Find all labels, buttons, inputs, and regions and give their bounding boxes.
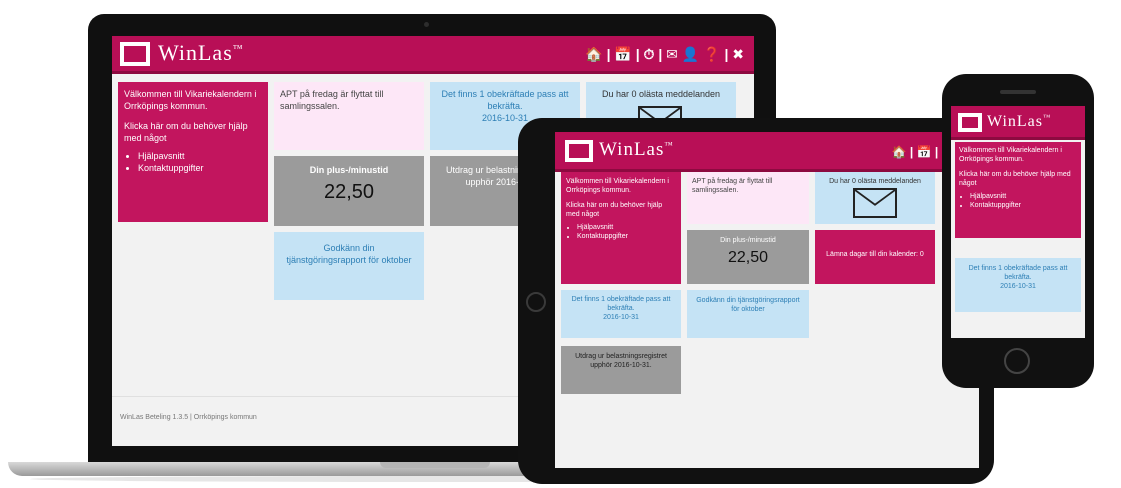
messages-text: Du har 0 olästa meddelanden xyxy=(601,89,721,99)
logo-icon[interactable] xyxy=(565,140,593,162)
app-header: WinLas™ 🏠 | 📅 | ⏱ | ✉ 👤 ❓ | ✖ xyxy=(112,36,754,74)
close-icon[interactable]: ✖ xyxy=(732,46,744,62)
envelope-icon xyxy=(853,188,897,218)
record-extract-text: Utdrag ur belastningsregistret upphör 20… xyxy=(575,353,667,369)
calendar-icon[interactable]: 📅 xyxy=(917,145,932,159)
link-help-topics[interactable]: Hjälpavsnitt xyxy=(970,192,1077,201)
unconfirmed-date: 2016-10-31 xyxy=(1000,283,1036,290)
logo-icon[interactable] xyxy=(120,42,150,66)
welcome-tile: Välkommen till Vikariekalendern i Orrköp… xyxy=(561,172,681,284)
logo[interactable]: WinLas™ xyxy=(158,40,243,66)
unconfirmed-date: 2016-10-31 xyxy=(603,314,639,321)
nav-separator: | xyxy=(724,46,729,62)
tablet-screen: WinLas™ 🏠 | 📅 | ⏱ | ✉ Välkommen till Vik… xyxy=(555,132,979,468)
notice-text: APT på fredag är flyttat till samlingssa… xyxy=(692,178,773,194)
link-help-topics[interactable]: Hjälpavsnitt xyxy=(577,223,676,232)
welcome-title: Välkommen till Vikariekalendern i Orrköp… xyxy=(124,89,257,111)
welcome-tile: Välkommen till Vikariekalendern i Orrköp… xyxy=(955,142,1081,238)
calendar-days-tile[interactable]: Lämna dagar till din kalender: 0 xyxy=(815,230,935,284)
report-tile[interactable]: Godkänn din tjänstgöringsrapport för okt… xyxy=(274,232,424,300)
welcome-title: Välkommen till Vikariekalendern i Orrköp… xyxy=(566,178,669,194)
nav-separator: | xyxy=(909,145,914,159)
phone-home-button xyxy=(1004,348,1030,374)
help-link[interactable]: Klicka här om du behöver hjälp med något xyxy=(566,201,676,219)
nav-separator: | xyxy=(606,46,611,62)
logo-icon[interactable] xyxy=(958,113,982,132)
home-icon[interactable]: 🏠 xyxy=(585,46,602,62)
calendar-days-text: Lämna dagar till din kalender: 0 xyxy=(826,251,924,258)
nav-separator: | xyxy=(635,46,640,62)
help-link[interactable]: Klicka här om du behöver hjälp med något xyxy=(124,120,262,144)
main-nav: 🏠 | 📅 | ⏱ | ✉ 👤 ❓ | ✖ xyxy=(585,46,744,63)
messages-text: Du har 0 olästa meddelanden xyxy=(829,178,921,185)
footer-text: WinLas Beteling 1.3.5 | Orrköpings kommu… xyxy=(120,414,257,421)
logo[interactable]: WinLas™ xyxy=(987,113,1051,131)
link-help-topics[interactable]: Hjälpavsnitt xyxy=(138,150,262,162)
timer-icon[interactable]: ⏱ xyxy=(644,46,655,62)
app-header: WinLas™ xyxy=(951,106,1085,140)
link-contact[interactable]: Kontaktuppgifter xyxy=(138,162,262,174)
phone-speaker xyxy=(1000,90,1036,94)
notice-tile[interactable]: APT på fredag är flyttat till samlingssa… xyxy=(687,172,809,224)
laptop-notch xyxy=(380,462,490,468)
home-icon[interactable]: 🏠 xyxy=(892,145,907,159)
link-contact[interactable]: Kontaktuppgifter xyxy=(970,201,1077,210)
welcome-title: Välkommen till Vikariekalendern i Orrköp… xyxy=(959,147,1062,163)
calendar-icon[interactable]: 📅 xyxy=(614,46,631,62)
plus-minus-value: 22,50 xyxy=(323,181,375,203)
mail-icon[interactable]: ✉ xyxy=(666,46,678,62)
notice-text: APT på fredag är flyttat till samlingssa… xyxy=(280,89,384,111)
unconfirmed-shifts-tile[interactable]: Det finns 1 obekräftade pass att bekräft… xyxy=(955,258,1081,312)
report-text: Godkänn din tjänstgöringsrapport för okt… xyxy=(696,297,800,313)
laptop-camera xyxy=(424,22,429,27)
unconfirmed-text: Det finns 1 obekräftade pass att bekräft… xyxy=(571,296,671,312)
link-contact[interactable]: Kontaktuppgifter xyxy=(577,232,676,241)
help-icon[interactable]: ❓ xyxy=(703,46,720,62)
unconfirmed-text: Det finns 1 obekräftade pass att bekräft… xyxy=(968,265,1068,281)
help-link[interactable]: Klicka här om du behöver hjälp med något xyxy=(959,170,1077,188)
nav-separator: | xyxy=(658,46,663,62)
logo[interactable]: WinLas™ xyxy=(599,139,674,161)
record-extract-tile[interactable]: Utdrag ur belastningsregistret upphör 20… xyxy=(561,346,681,394)
tablet-home-button xyxy=(526,292,546,312)
plus-minus-label: Din plus-/minustid xyxy=(720,237,776,244)
phone-screen: WinLas™ Välkommen till Vikariekalendern … xyxy=(951,106,1085,338)
plus-minus-label: Din plus-/minustid xyxy=(309,165,389,175)
plus-minus-tile[interactable]: Din plus-/minustid 22,50 xyxy=(274,156,424,226)
report-tile[interactable]: Godkänn din tjänstgöringsrapport för okt… xyxy=(687,290,809,338)
user-icon[interactable]: 👤 xyxy=(682,46,699,62)
nav-separator: | xyxy=(934,145,939,159)
welcome-tile: Välkommen till Vikariekalendern i Orrköp… xyxy=(118,82,268,222)
plus-minus-tile[interactable]: Din plus-/minustid 22,50 xyxy=(687,230,809,284)
unconfirmed-text: Det finns 1 obekräftade pass att bekräft… xyxy=(441,89,569,111)
unconfirmed-shifts-tile[interactable]: Det finns 1 obekräftade pass att bekräft… xyxy=(561,290,681,338)
notice-tile[interactable]: APT på fredag är flyttat till samlingssa… xyxy=(274,82,424,150)
messages-tile[interactable]: Du har 0 olästa meddelanden xyxy=(815,172,935,224)
plus-minus-value: 22,50 xyxy=(727,249,769,266)
report-text: Godkänn din tjänstgöringsrapport för okt… xyxy=(286,243,412,265)
app-header: WinLas™ 🏠 | 📅 | ⏱ | ✉ xyxy=(555,132,979,172)
